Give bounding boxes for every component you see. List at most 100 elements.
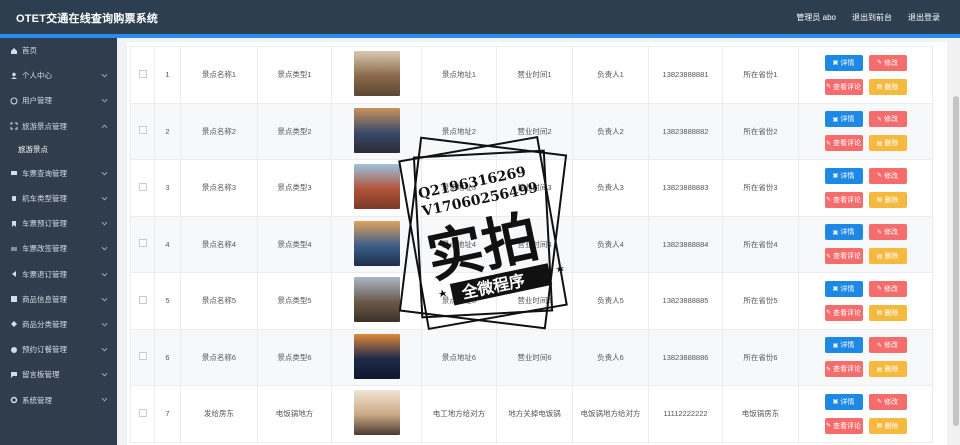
row-checkbox[interactable]	[138, 126, 147, 135]
sidebar-item-8[interactable]: 车票退订管理	[0, 262, 117, 287]
edit-button[interactable]: ✎ 修改	[868, 167, 907, 184]
row-number-cell: 6	[154, 328, 181, 386]
attraction-type-cell: 景点类型6	[257, 328, 332, 386]
row-number-cell: 7	[154, 385, 181, 443]
edit-button[interactable]: ✎ 修改	[868, 280, 907, 297]
chevron-down-icon	[101, 347, 108, 352]
sidebar-item-13[interactable]: 系统管理	[0, 387, 117, 412]
detail-button[interactable]: ▣ 详情	[824, 393, 863, 410]
phone-cell: 13823888881	[648, 46, 723, 104]
sidebar-item-4[interactable]: 车票查询管理	[0, 161, 117, 186]
row-checkbox[interactable]	[138, 408, 147, 417]
edit-button[interactable]: ✎ 修改	[868, 111, 907, 128]
attraction-type-cell: 景点类型4	[257, 215, 332, 273]
row-checkbox[interactable]	[138, 69, 147, 78]
business-hours-cell: 营业时间6	[496, 328, 573, 386]
view-comments-button[interactable]: ✎ 查看评论	[824, 361, 863, 378]
checkbox-cell	[130, 159, 155, 217]
edit-button[interactable]: ✎ 修改	[868, 224, 907, 241]
detail-button[interactable]: ▣ 详情	[824, 54, 863, 71]
table-row: 2 景点名称2 景点类型2 景点地址2 营业时间2 负责人2 13823888882 所在省份…	[130, 102, 933, 160]
delete-button[interactable]: ▤ 删除	[868, 248, 907, 265]
sidebar-item-0[interactable]: 首页	[0, 38, 117, 63]
edit-button[interactable]: ✎ 修改	[868, 54, 907, 71]
view-comments-button[interactable]: ✎ 查看评论	[824, 248, 863, 265]
header-actions: 管理员 abo 退出到前台 退出登录	[796, 12, 940, 23]
attraction-photo-cell	[331, 328, 422, 386]
view-comments-button[interactable]: ✎ 查看评论	[824, 78, 863, 95]
sidebar-item-3[interactable]: 旅游景点管理	[0, 114, 117, 139]
scrollbar-thumb[interactable]	[953, 96, 959, 426]
app-title: OTET交通在线查询购票系统	[16, 13, 159, 25]
sidebar-item-9[interactable]: 商品信息管理	[0, 287, 117, 312]
province-cell: 所在省份3	[722, 159, 799, 217]
row-number-cell: 1	[154, 46, 181, 104]
users-icon	[10, 97, 18, 105]
delete-button[interactable]: ▤ 删除	[868, 417, 907, 434]
sidebar-item-10[interactable]: 商品分类管理	[0, 312, 117, 337]
sidebar-item-5[interactable]: 机车类型管理	[0, 186, 117, 211]
logout-link[interactable]: 退出登录	[908, 12, 940, 23]
detail-button[interactable]: ▣ 详情	[824, 167, 863, 184]
row-checkbox[interactable]	[138, 295, 147, 304]
attraction-type-cell: 景点类型1	[257, 46, 332, 104]
delete-button[interactable]: ▤ 删除	[868, 78, 907, 95]
row-checkbox[interactable]	[138, 352, 147, 361]
sidebar-item-2[interactable]: 用户管理	[0, 88, 117, 113]
business-hours-cell: 营业时间3	[496, 159, 573, 217]
attraction-address-cell: 景点地址2	[421, 102, 497, 160]
view-comments-button[interactable]: ✎ 查看评论	[824, 135, 863, 152]
chevron-down-icon	[101, 222, 108, 226]
bookmark-icon	[10, 220, 18, 228]
view-comments-button[interactable]: ✎ 查看评论	[824, 304, 863, 321]
delete-button[interactable]: ▤ 删除	[868, 191, 907, 208]
checkbox-cell	[130, 328, 155, 386]
message-icon	[10, 371, 18, 379]
attractions-table: 1 景点名称1 景点类型1 景点地址1 营业时间1 负责人1 13823888881 所在省份…	[130, 46, 933, 443]
detail-button[interactable]: ▣ 详情	[824, 280, 863, 297]
admin-user-label[interactable]: 管理员 abo	[796, 12, 836, 23]
goods-icon	[10, 295, 18, 303]
back-to-front-link[interactable]: 退出到前台	[852, 12, 892, 23]
sidebar-item-label: 商品信息管理	[22, 294, 67, 304]
chevron-down-icon	[101, 297, 108, 302]
checkbox-cell	[130, 215, 155, 273]
province-cell: 所在省份4	[722, 215, 799, 273]
business-hours-cell: 营业时间5	[496, 272, 573, 330]
attraction-name-cell: 景点名称5	[180, 272, 258, 330]
edit-button[interactable]: ✎ 修改	[868, 393, 907, 410]
phone-cell: 13823888883	[648, 159, 723, 217]
detail-button[interactable]: ▣ 详情	[824, 111, 863, 128]
sidebar-item-6[interactable]: 车票预订管理	[0, 211, 117, 236]
detail-button[interactable]: ▣ 详情	[824, 337, 863, 354]
scrollbar-track[interactable]	[952, 38, 960, 445]
manager-cell: 负责人6	[572, 328, 649, 386]
delete-button[interactable]: ▤ 删除	[868, 361, 907, 378]
actions-cell: ▣ 详情 ✎ 修改 ✎ 查看评论 ▤ 删除	[798, 159, 933, 217]
edit-button[interactable]: ✎ 修改	[868, 337, 907, 354]
delete-button[interactable]: ▤ 删除	[868, 135, 907, 152]
actions-cell: ▣ 详情 ✎ 修改 ✎ 查看评论 ▤ 删除	[798, 215, 933, 273]
sidebar-item-11[interactable]: 预约订餐管理	[0, 337, 117, 362]
sidebar-item-12[interactable]: 留言板管理	[0, 362, 117, 387]
chevron-down-icon	[101, 373, 108, 377]
sidebar-item-label: 商品分类管理	[22, 319, 67, 329]
business-hours-cell: 营业时间4	[496, 215, 573, 273]
sidebar-item-1[interactable]: 个人中心	[0, 63, 117, 88]
view-comments-button[interactable]: ✎ 查看评论	[824, 191, 863, 208]
row-checkbox[interactable]	[138, 239, 147, 248]
sidebar-item-label: 留言板管理	[22, 370, 60, 380]
attraction-photo-cell	[331, 385, 422, 443]
actions-cell: ▣ 详情 ✎ 修改 ✎ 查看评论 ▤ 删除	[798, 328, 933, 386]
manager-cell: 负责人3	[572, 159, 649, 217]
attraction-type-cell: 电饭锅地方	[257, 385, 332, 443]
detail-button[interactable]: ▣ 详情	[824, 224, 863, 241]
sidebar-item-label: 旅游景点管理	[22, 121, 67, 131]
view-comments-button[interactable]: ✎ 查看评论	[824, 417, 863, 434]
row-checkbox[interactable]	[138, 182, 147, 191]
sidebar-subitem-attractions[interactable]: 旅游景点	[0, 139, 117, 161]
delete-button[interactable]: ▤ 删除	[868, 304, 907, 321]
province-cell: 电饭锅房东	[722, 385, 799, 443]
main-content: 1 景点名称1 景点类型1 景点地址1 营业时间1 负责人1 13823888881 所在省份…	[117, 38, 960, 445]
sidebar-item-7[interactable]: 车票改签管理	[0, 236, 117, 261]
